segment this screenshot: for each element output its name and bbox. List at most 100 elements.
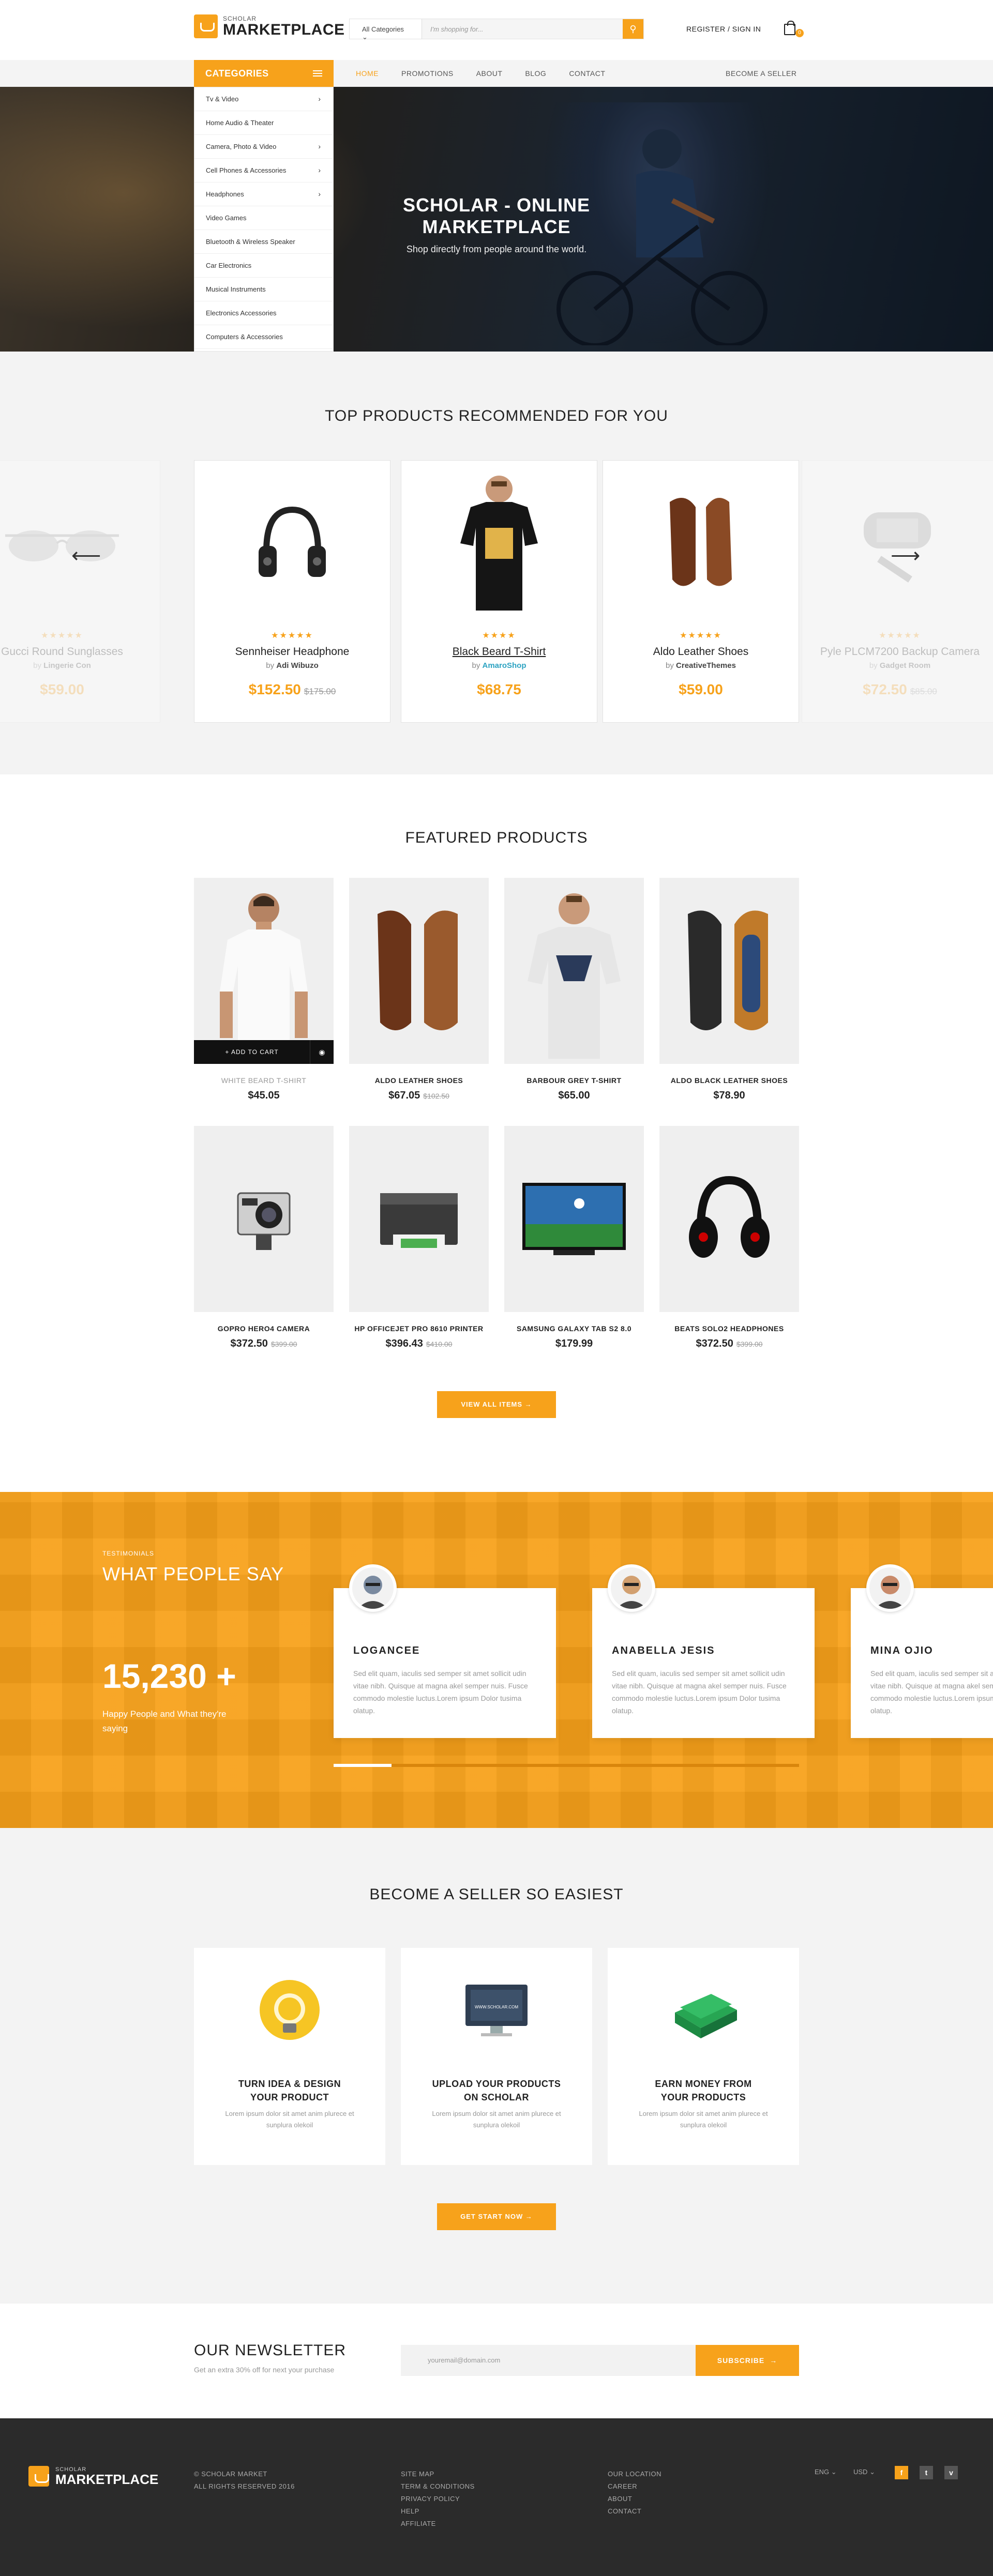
nav-home[interactable]: HOME [356, 69, 379, 78]
category-item[interactable]: Electronics Accessories [194, 301, 333, 325]
footer-link[interactable]: PRIVACY POLICY [401, 2493, 475, 2505]
product-name[interactable]: Pyle PLCM7200 Backup Camera [802, 646, 993, 658]
footer-link[interactable]: AFFILIATE [401, 2518, 475, 2530]
product-name[interactable]: ALDO BLACK LEATHER SHOES [659, 1076, 799, 1085]
seller-link[interactable]: CreativeThemes [676, 661, 736, 670]
testimonials-title: WHAT PEOPLE SAY [102, 1563, 284, 1584]
nav-about[interactable]: ABOUT [476, 69, 503, 78]
product-name[interactable]: Aldo Leather Shoes [603, 646, 799, 658]
chevron-right-icon: › [318, 142, 321, 150]
featured-product-card[interactable]: ALDO BLACK LEATHER SHOES $78.90 [659, 878, 799, 1102]
testimonial-card: LOGANCEE Sed elit quam, iaculis sed sempe… [334, 1564, 556, 1738]
product-card[interactable]: ★★★★★ Sennheiser Headphone by Adi Wibuzo $1… [194, 460, 390, 723]
search-button[interactable]: ⚲ [623, 19, 643, 39]
currency-select[interactable]: USD ⌄ [853, 2468, 875, 2476]
featured-product-card[interactable]: BARBOUR GREY T-SHIRT $65.00 [504, 878, 644, 1102]
happy-count: 15,230 + [102, 1657, 236, 1695]
seller-link[interactable]: AmaroShop [483, 661, 526, 670]
footer-logo[interactable]: SCHOLAR MARKETPLACE [28, 2466, 158, 2487]
category-item[interactable]: Computers & Accessories [194, 325, 333, 349]
cart-button[interactable]: 0 [784, 21, 804, 37]
product-price: $72.50 $85.00 [863, 681, 937, 697]
product-card[interactable]: ★★★★★ Pyle PLCM7200 Backup Camera by Gadge… [802, 460, 993, 723]
seller-link[interactable]: Adi Wibuzo [276, 661, 319, 670]
arrow-left-icon[interactable]: ⟵ [71, 544, 101, 568]
category-item[interactable]: Musical Instruments [194, 278, 333, 301]
product-name[interactable]: WHITE BEARD T-SHIRT [194, 1076, 334, 1085]
product-name[interactable]: Sennheiser Headphone [194, 646, 390, 658]
quick-view-eye-icon[interactable]: ◉ [310, 1040, 334, 1064]
seller-step-title: TURN IDEA & DESIGN YOUR PRODUCT [238, 2079, 341, 2102]
footer-link[interactable]: OUR LOCATION [608, 2468, 661, 2480]
register-signin-link[interactable]: REGISTER / SIGN IN [686, 25, 761, 33]
category-item[interactable]: Car Electronics [194, 254, 333, 278]
testimonial-card: ANABELLA JESIS Sed elit quam, iaculis sed… [592, 1564, 815, 1738]
product-seller: by Gadget Room [869, 661, 931, 670]
product-name[interactable]: ALDO LEATHER SHOES [349, 1076, 489, 1085]
facebook-icon[interactable]: f [895, 2466, 908, 2479]
twitter-icon[interactable]: t [920, 2466, 933, 2479]
view-all-button[interactable]: VIEW ALL ITEMS → [437, 1391, 556, 1418]
add-to-cart-button[interactable]: + ADD TO CART [194, 1048, 310, 1056]
featured-product-card[interactable]: SAMSUNG GALAXY TAB S2 8.0 $179.99 [504, 1126, 644, 1350]
seller-link[interactable]: Gadget Room [880, 661, 930, 670]
category-label: Electronics Accessories [206, 309, 277, 317]
testimonials-section: TESTIMONIALS WHAT PEOPLE SAY 15,230 + Ha… [0, 1492, 993, 1828]
footer-link[interactable]: CAREER [608, 2480, 661, 2493]
product-name[interactable]: HP OFFICEJET PRO 8610 PRINTER [349, 1324, 489, 1333]
avatar [866, 1564, 914, 1612]
footer-link[interactable]: CONTACT [608, 2505, 661, 2518]
footer-link[interactable]: SITE MAP [401, 2468, 475, 2480]
category-select[interactable]: All Categories ⌄ [350, 19, 422, 41]
product-name[interactable]: BEATS SOLO2 HEADPHONES [659, 1324, 799, 1333]
category-item[interactable]: Home Audio & Theater [194, 111, 333, 135]
featured-product-card[interactable]: + ADD TO CART ◉ WHITE BEARD T-SHIRT $45.05 [194, 878, 334, 1102]
language-select[interactable]: ENG ⌄ [815, 2468, 837, 2476]
nav-contact[interactable]: CONTACT [569, 69, 605, 78]
slider-track[interactable] [334, 1764, 799, 1767]
lightbulb-icon [194, 1948, 385, 2077]
category-item[interactable]: Bluetooth & Wireless Speaker [194, 230, 333, 254]
category-item[interactable]: Cell Phones & Accessories › [194, 159, 333, 182]
newsletter-title: OUR NEWSLETTER [194, 2342, 347, 2359]
featured-product-card[interactable]: GOPRO HERO4 CAMERA $372.50 $399.00 [194, 1126, 334, 1350]
get-start-button[interactable]: GET START NOW → [437, 2203, 556, 2230]
footer-link[interactable]: TERM & CONDITIONS [401, 2480, 475, 2493]
site-footer: SCHOLAR MARKETPLACE © SCHOLAR MARKET ALL… [0, 2418, 993, 2576]
product-card[interactable]: ★★★★★ Gucci Round Sunglasses by Lingerie C… [0, 460, 160, 723]
seller-link[interactable]: Lingerie Con [43, 661, 91, 670]
old-price: $175.00 [304, 687, 336, 696]
featured-product-card[interactable]: ALDO LEATHER SHOES $67.05 $102.50 [349, 878, 489, 1102]
product-price: $179.99 [555, 1338, 593, 1349]
chevron-down-icon: ⌄ [362, 33, 368, 41]
rating-stars-icon: ★★★★★ [271, 631, 313, 640]
product-name[interactable]: Gucci Round Sunglasses [0, 646, 160, 658]
product-name[interactable]: Black Beard T-Shirt [401, 646, 597, 658]
nav-blog[interactable]: BLOG [525, 69, 546, 78]
search-input[interactable]: I'm shopping for... [422, 19, 623, 39]
vimeo-icon[interactable]: v [944, 2466, 958, 2479]
product-price: $396.43 $410.00 [385, 1338, 453, 1349]
arrow-right-icon[interactable]: ⟶ [891, 544, 920, 568]
footer-link[interactable]: ABOUT [608, 2493, 661, 2505]
category-item[interactable]: Headphones › [194, 182, 333, 206]
category-item[interactable]: Tv & Video › [194, 87, 333, 111]
newsletter-email-input[interactable]: youremail@domain.com [401, 2345, 696, 2376]
become-seller-link[interactable]: BECOME A SELLER [726, 69, 796, 78]
nav-promotions[interactable]: PROMOTIONS [401, 69, 454, 78]
featured-product-card[interactable]: BEATS SOLO2 HEADPHONES $372.50 $399.00 [659, 1126, 799, 1350]
categories-toggle[interactable]: CATEGORIES [194, 60, 334, 87]
category-item[interactable]: Camera, Photo & Video › [194, 135, 333, 159]
footer-link[interactable]: HELP [401, 2505, 475, 2518]
product-name[interactable]: GOPRO HERO4 CAMERA [194, 1324, 334, 1333]
slider-thumb[interactable] [334, 1764, 392, 1767]
product-name[interactable]: BARBOUR GREY T-SHIRT [504, 1076, 644, 1085]
testimonial-name: MINA OJIO [870, 1645, 934, 1656]
featured-product-card[interactable]: HP OFFICEJET PRO 8610 PRINTER $396.43 $410… [349, 1126, 489, 1350]
site-logo[interactable]: SCHOLAR MARKETPLACE [194, 14, 345, 38]
product-card[interactable]: ★★★★ Black Beard T-Shirt by AmaroShop $68.7… [401, 460, 597, 723]
product-card[interactable]: ★★★★★ Aldo Leather Shoes by CreativeThemes… [603, 460, 799, 723]
category-item[interactable]: Video Games [194, 206, 333, 230]
subscribe-button[interactable]: SUBSCRIBE → [696, 2345, 799, 2376]
product-name[interactable]: SAMSUNG GALAXY TAB S2 8.0 [504, 1324, 644, 1333]
